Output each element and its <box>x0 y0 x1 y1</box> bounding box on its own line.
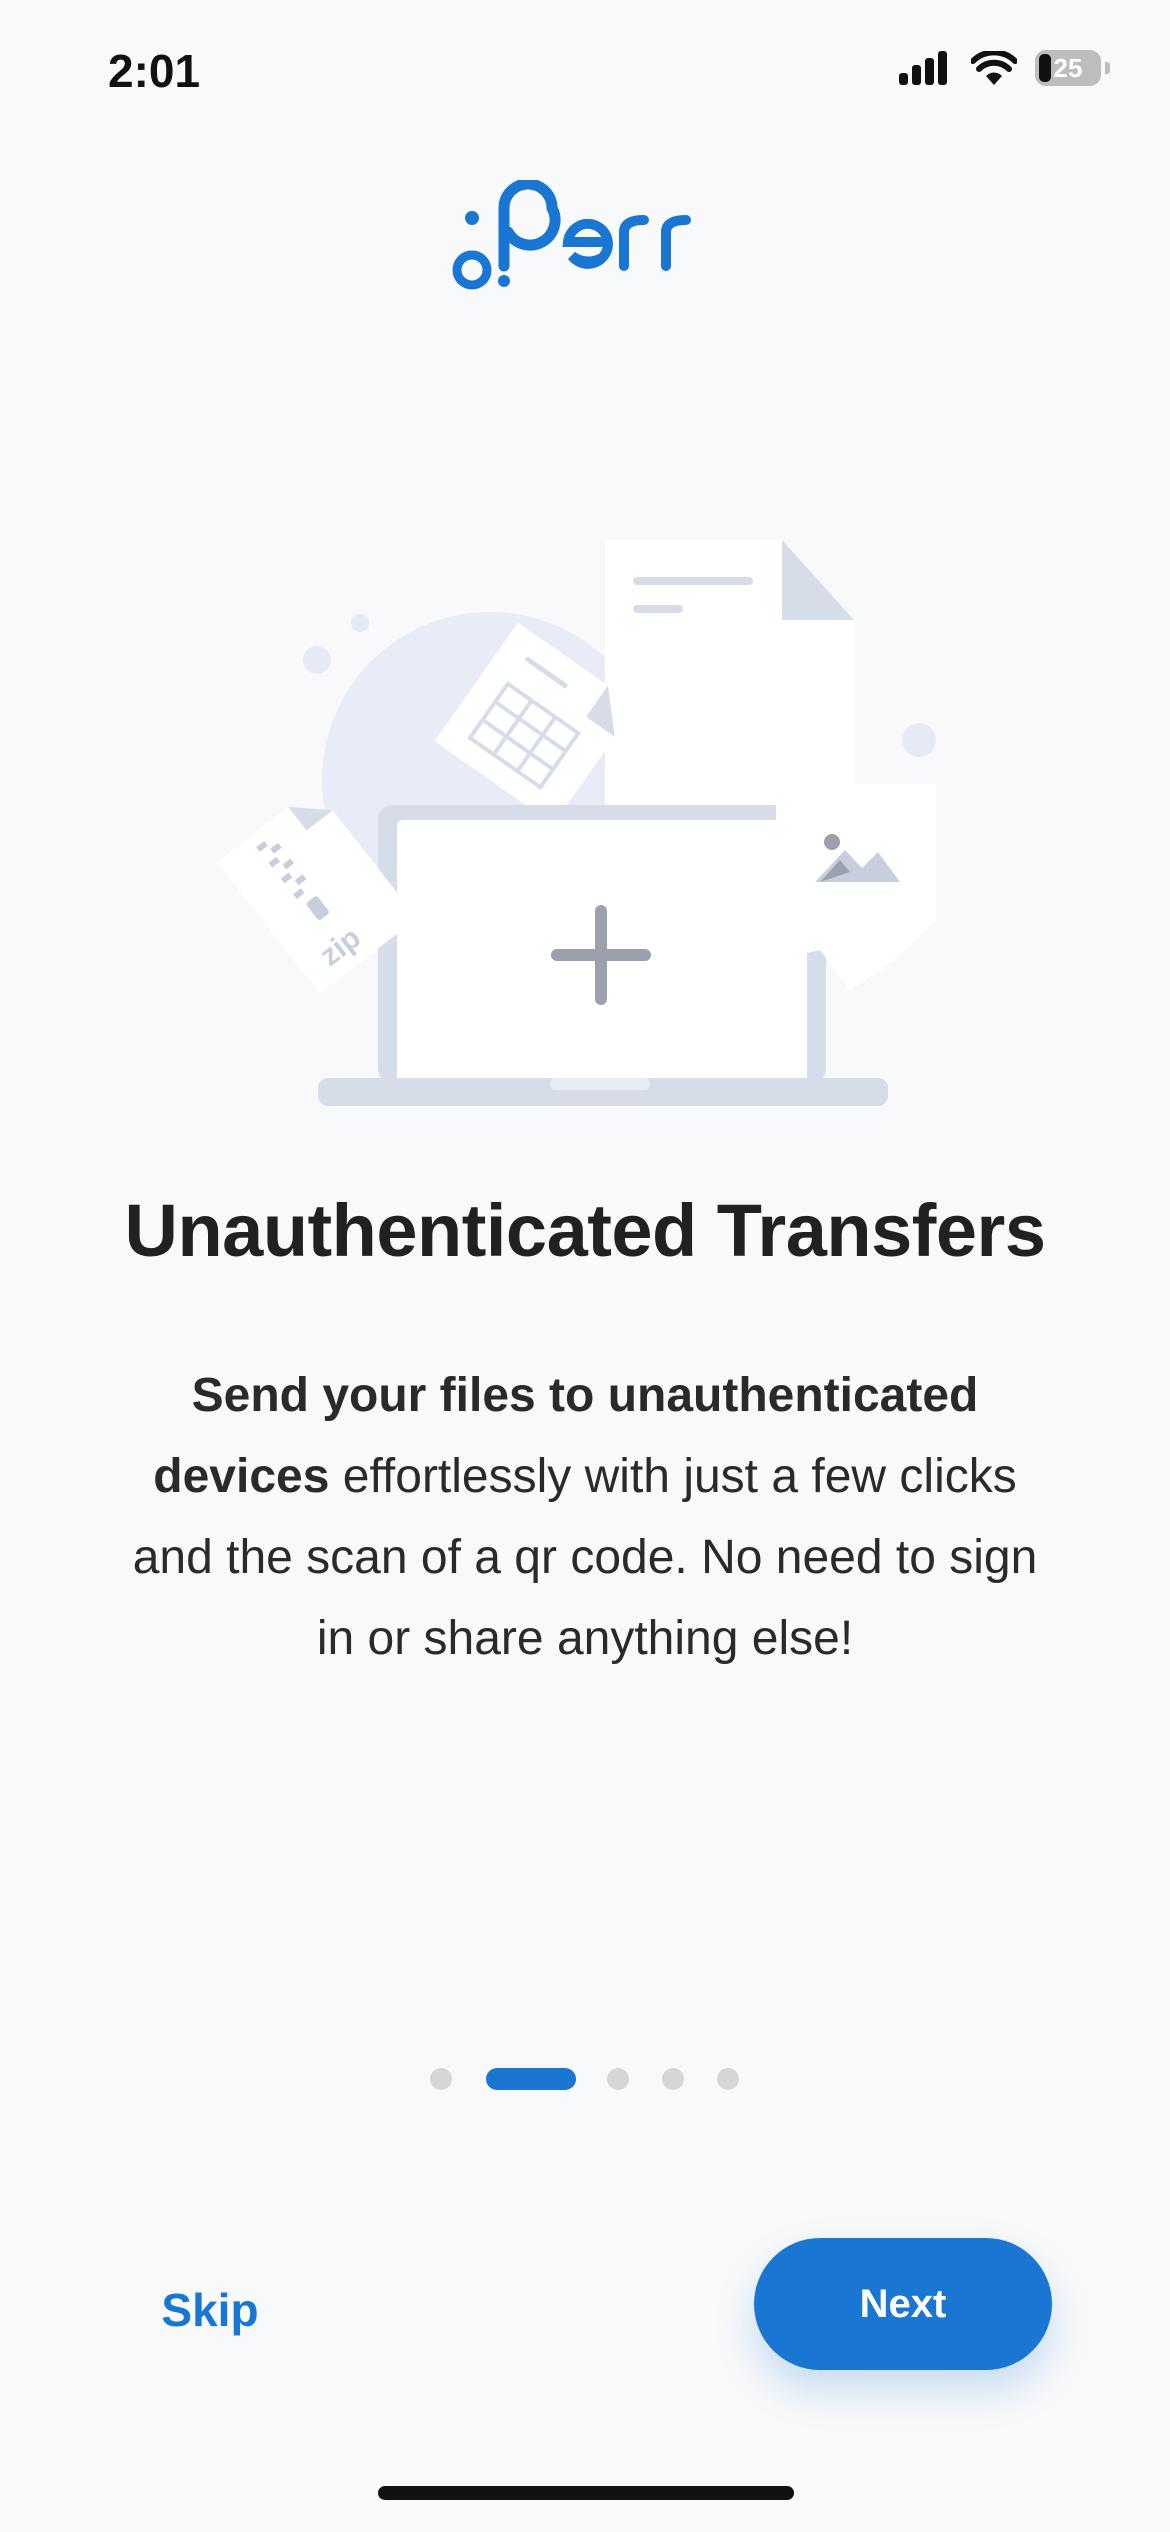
next-button[interactable]: Next <box>754 2238 1052 2370</box>
app-logo: oPerr <box>452 180 691 290</box>
status-icons: 25 <box>899 50 1110 86</box>
home-indicator[interactable] <box>378 2486 794 2500</box>
page-dot-2-active[interactable] <box>486 2068 576 2090</box>
page-indicator <box>0 2068 1170 2098</box>
page-dot-4[interactable] <box>662 2068 684 2090</box>
slide-title: Unauthenticated Transfers <box>124 1189 1046 1272</box>
status-time: 2:01 <box>108 45 201 97</box>
page-dot-3[interactable] <box>607 2068 629 2090</box>
battery-icon: 25 <box>1035 50 1101 86</box>
page-dot-1[interactable] <box>430 2068 452 2090</box>
slide-description: Send your files to unauthenticated devic… <box>130 1355 1040 1679</box>
page-dot-5[interactable] <box>717 2068 739 2090</box>
document-icon <box>605 540 854 820</box>
battery-tip <box>1105 62 1110 74</box>
wifi-icon <box>971 51 1017 85</box>
battery-level: 25 <box>1053 52 1083 83</box>
skip-button[interactable]: Skip <box>140 2270 280 2350</box>
file-transfer-illustration: zip <box>217 540 936 1106</box>
cellular-signal-icon <box>899 51 947 85</box>
